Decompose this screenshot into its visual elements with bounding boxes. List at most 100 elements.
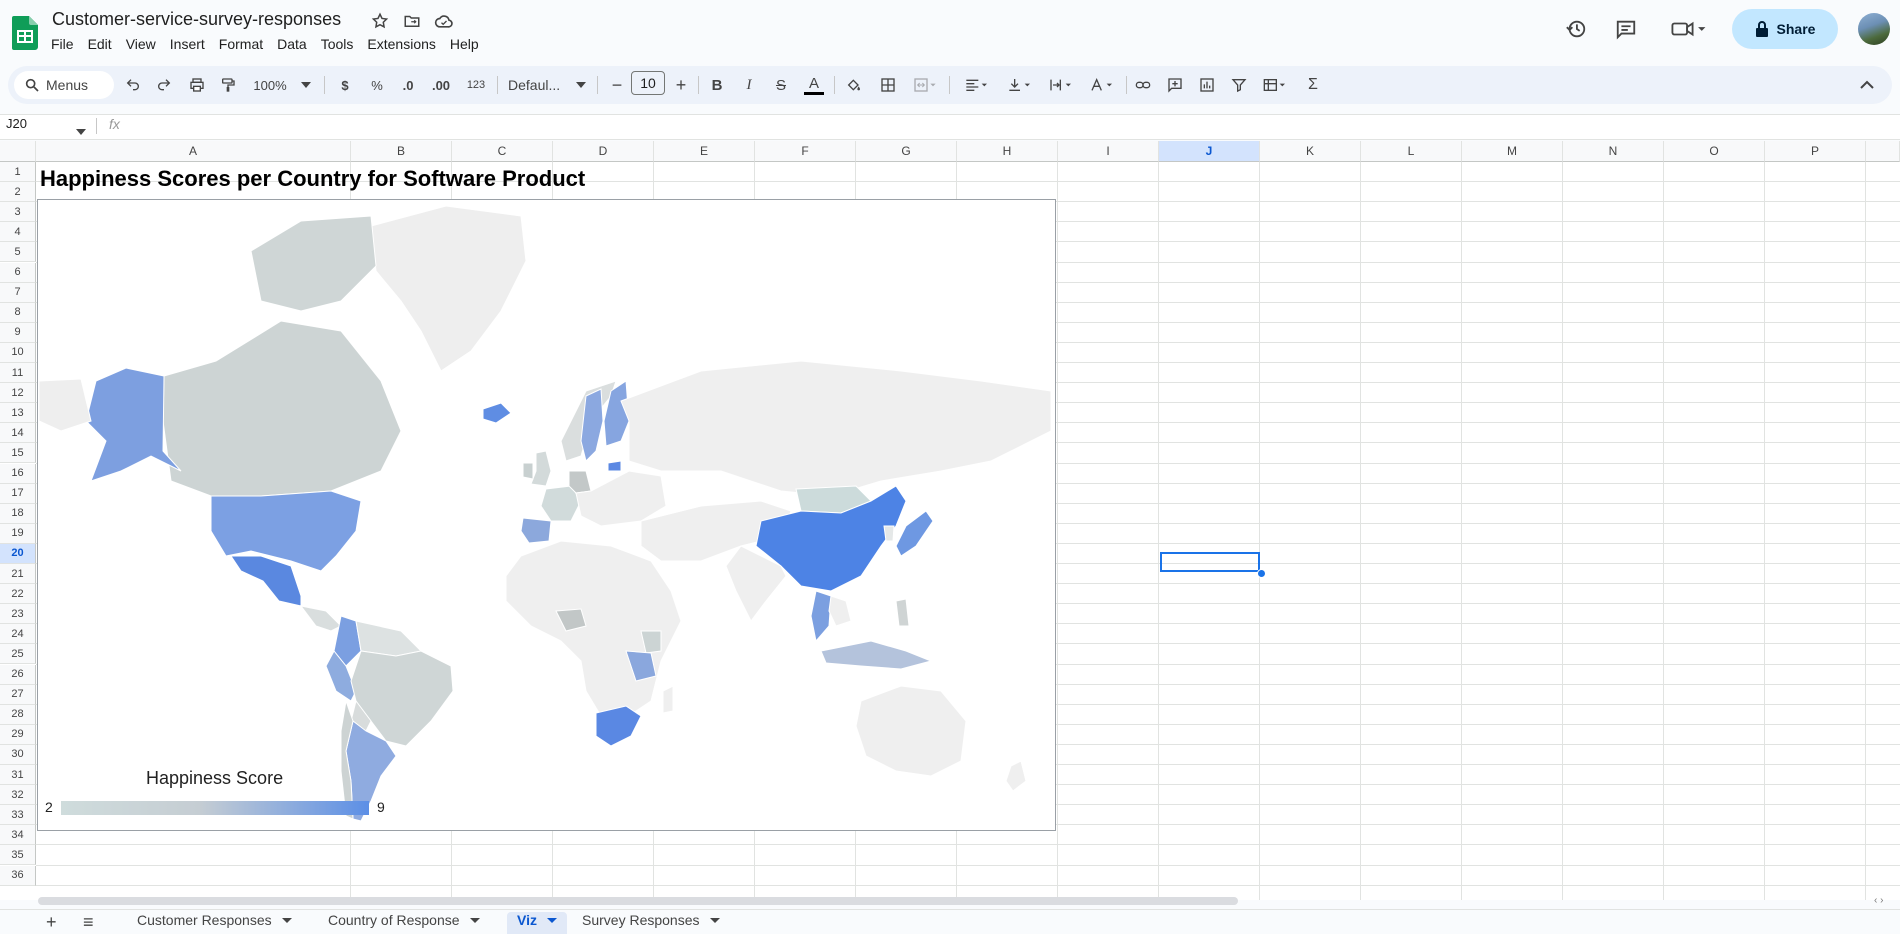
- row-header[interactable]: 13: [0, 403, 36, 424]
- menu-edit[interactable]: Edit: [81, 34, 119, 54]
- row-header[interactable]: 2: [0, 182, 36, 203]
- select-all-corner[interactable]: [0, 141, 36, 162]
- horizontal-align-icon[interactable]: [960, 73, 994, 97]
- formula-input[interactable]: [135, 116, 1835, 134]
- chevron-down-icon[interactable]: [298, 73, 314, 97]
- print-icon[interactable]: [186, 73, 208, 97]
- row-header[interactable]: 15: [0, 443, 36, 464]
- document-title[interactable]: Customer-service-survey-responses: [52, 9, 341, 30]
- chevron-down-icon[interactable]: [76, 122, 86, 140]
- row-header[interactable]: 20: [0, 543, 36, 564]
- insert-chart-icon[interactable]: [1196, 73, 1218, 97]
- cloud-saved-icon[interactable]: [434, 11, 454, 31]
- increase-decimal-button[interactable]: .00: [428, 73, 454, 97]
- insert-link-icon[interactable]: [1132, 73, 1154, 97]
- row-header[interactable]: 31: [0, 765, 36, 785]
- row-header[interactable]: 23: [0, 604, 36, 625]
- row-header[interactable]: 12: [0, 383, 36, 404]
- italic-button[interactable]: I: [740, 73, 758, 97]
- decrease-decimal-button[interactable]: .0: [397, 73, 419, 97]
- functions-button[interactable]: Σ: [1303, 73, 1323, 97]
- undo-icon[interactable]: [122, 73, 144, 97]
- font-size-increase-button[interactable]: +: [672, 73, 690, 97]
- collapse-toolbar-icon[interactable]: [1856, 73, 1878, 97]
- column-header[interactable]: A: [36, 141, 351, 162]
- comments-icon[interactable]: [1610, 14, 1642, 44]
- merge-cells-icon[interactable]: [908, 73, 942, 97]
- fill-handle[interactable]: [1257, 569, 1266, 578]
- font-size-decrease-button[interactable]: −: [608, 73, 626, 97]
- row-header[interactable]: 18: [0, 503, 36, 524]
- add-sheet-button[interactable]: +: [46, 912, 57, 934]
- row-header[interactable]: 3: [0, 202, 36, 223]
- column-header[interactable]: P: [1765, 141, 1866, 162]
- star-icon[interactable]: [370, 11, 390, 31]
- paint-format-icon[interactable]: [217, 73, 239, 97]
- sheet-tab-country-of-response[interactable]: Country of Response: [328, 912, 480, 934]
- currency-format-button[interactable]: $: [336, 73, 354, 97]
- text-color-button[interactable]: A: [802, 73, 826, 97]
- row-header[interactable]: 32: [0, 785, 36, 806]
- row-header[interactable]: 1: [0, 162, 36, 182]
- row-header[interactable]: 21: [0, 564, 36, 584]
- chevron-down-icon[interactable]: [574, 73, 588, 97]
- column-header[interactable]: H: [957, 141, 1058, 162]
- column-header[interactable]: O: [1664, 141, 1765, 162]
- row-header[interactable]: 5: [0, 242, 36, 263]
- row-header[interactable]: 25: [0, 644, 36, 665]
- version-history-icon[interactable]: [1560, 14, 1592, 44]
- row-header[interactable]: 28: [0, 704, 36, 725]
- sheet-tab-customer-responses[interactable]: Customer Responses: [137, 912, 292, 934]
- row-header[interactable]: 26: [0, 664, 36, 685]
- borders-icon[interactable]: [877, 73, 899, 97]
- bold-button[interactable]: B: [708, 73, 726, 97]
- row-header[interactable]: 24: [0, 624, 36, 645]
- menu-format[interactable]: Format: [212, 34, 270, 54]
- row-header[interactable]: 4: [0, 222, 36, 243]
- font-size-input[interactable]: 10: [631, 71, 665, 95]
- row-header[interactable]: 8: [0, 302, 36, 323]
- row-header[interactable]: 10: [0, 342, 36, 363]
- column-header[interactable]: D: [553, 141, 654, 162]
- column-header[interactable]: M: [1462, 141, 1563, 162]
- column-header[interactable]: E: [654, 141, 755, 162]
- text-wrapping-icon[interactable]: [1044, 73, 1078, 97]
- all-sheets-button[interactable]: ≡: [83, 912, 94, 934]
- insert-comment-icon[interactable]: [1164, 73, 1186, 97]
- row-header[interactable]: 17: [0, 483, 36, 504]
- redo-icon[interactable]: [153, 73, 175, 97]
- column-header[interactable]: K: [1260, 141, 1361, 162]
- row-header[interactable]: 30: [0, 744, 36, 765]
- text-rotation-icon[interactable]: [1085, 73, 1119, 97]
- row-header[interactable]: 35: [0, 845, 36, 866]
- column-header[interactable]: B: [351, 141, 452, 162]
- column-header[interactable]: I: [1058, 141, 1159, 162]
- column-header[interactable]: N: [1563, 141, 1664, 162]
- menu-data[interactable]: Data: [270, 34, 314, 54]
- row-header[interactable]: 29: [0, 724, 36, 745]
- fill-color-icon[interactable]: [843, 73, 865, 97]
- percent-format-button[interactable]: %: [368, 73, 386, 97]
- column-header[interactable]: L: [1361, 141, 1462, 162]
- filter-views-icon[interactable]: [1258, 73, 1292, 97]
- row-header[interactable]: 9: [0, 322, 36, 343]
- row-header[interactable]: 11: [0, 363, 36, 383]
- number-format-button[interactable]: 123: [463, 73, 489, 97]
- menu-file[interactable]: File: [44, 34, 81, 54]
- avatar[interactable]: [1858, 13, 1890, 45]
- move-folder-icon[interactable]: [402, 11, 422, 31]
- column-header[interactable]: C: [452, 141, 553, 162]
- menu-view[interactable]: View: [119, 34, 163, 54]
- menu-help[interactable]: Help: [443, 34, 486, 54]
- row-header[interactable]: 22: [0, 584, 36, 605]
- column-header[interactable]: G: [856, 141, 957, 162]
- name-box[interactable]: J20: [6, 116, 27, 131]
- cell-a1-heading[interactable]: Happiness Scores per Country for Softwar…: [40, 166, 585, 192]
- row-header[interactable]: 27: [0, 684, 36, 705]
- selected-cell-j20[interactable]: [1160, 552, 1260, 572]
- geo-chart[interactable]: [37, 199, 1056, 831]
- row-header[interactable]: 14: [0, 423, 36, 444]
- column-header[interactable]: F: [755, 141, 856, 162]
- row-header[interactable]: 33: [0, 805, 36, 826]
- font-family-select[interactable]: Defaul...: [508, 73, 578, 97]
